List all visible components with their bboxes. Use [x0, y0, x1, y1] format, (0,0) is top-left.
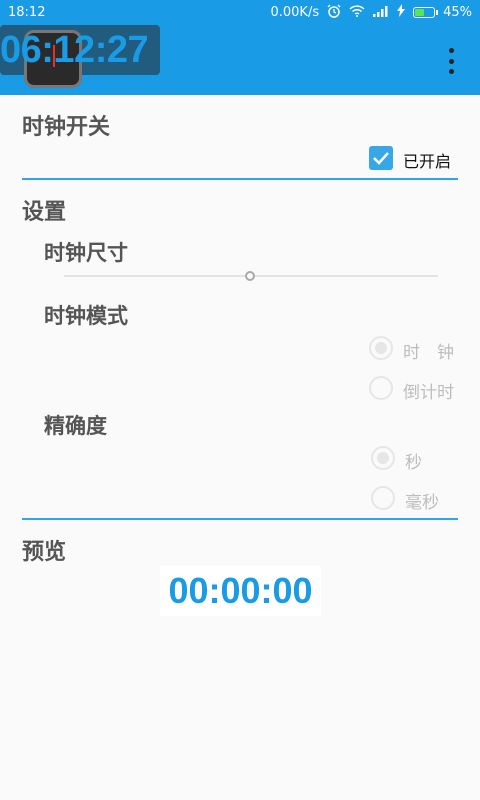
divider: [22, 178, 458, 180]
charging-icon: [397, 4, 406, 21]
net-speed: 0.00K/s: [270, 5, 320, 20]
signal-icon: [373, 5, 389, 21]
alarm-icon: [327, 4, 341, 22]
radio-precision-seconds-label[interactable]: 秒: [405, 448, 422, 473]
radio-mode-countdown[interactable]: [369, 376, 393, 400]
status-bar: 18:12 0.00K/s 45%: [0, 0, 480, 25]
precision-label: 精确度: [44, 414, 107, 438]
radio-precision-seconds[interactable]: [371, 446, 395, 470]
clock-switch-label[interactable]: 已开启: [403, 148, 451, 172]
clock-switch-title: 时钟开关: [22, 115, 111, 140]
check-icon: [373, 152, 389, 165]
more-vert-icon[interactable]: [444, 48, 458, 74]
wifi-icon: [349, 4, 365, 21]
preview-time: 00:00:00: [168, 570, 313, 611]
preview-box: 00:00:00: [160, 566, 321, 616]
radio-precision-ms[interactable]: [371, 486, 395, 510]
radio-mode-countdown-label[interactable]: 倒计时: [403, 378, 454, 403]
battery-icon: [413, 7, 439, 18]
divider: [22, 518, 458, 520]
clock-mode-label: 时钟模式: [44, 304, 128, 328]
settings-title: 设置: [22, 200, 67, 225]
radio-mode-clock-label[interactable]: 时 钟: [403, 338, 454, 363]
status-time: 18:12: [8, 5, 46, 20]
preview-title: 预览: [22, 540, 67, 565]
clock-size-label: 时钟尺寸: [44, 241, 128, 265]
floating-clock-time[interactable]: 06:12:27: [0, 28, 165, 72]
clock-size-slider-thumb[interactable]: [245, 271, 255, 281]
clock-switch-checkbox[interactable]: [369, 146, 393, 170]
radio-precision-ms-label[interactable]: 毫秒: [405, 488, 439, 513]
radio-mode-clock[interactable]: [369, 336, 393, 360]
battery-percent: 45%: [443, 5, 472, 20]
